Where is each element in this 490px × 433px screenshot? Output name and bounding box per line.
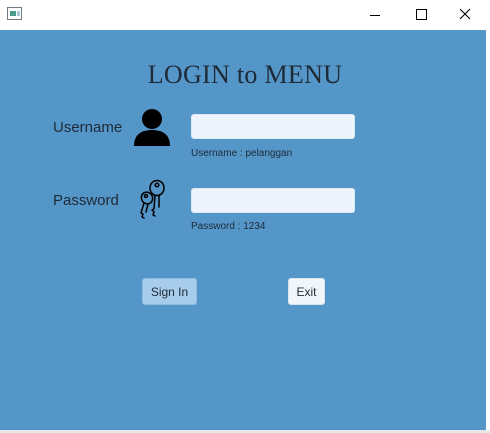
close-icon xyxy=(459,8,471,20)
username-hint: Username : pelanggan xyxy=(191,148,293,159)
exit-button[interactable]: Exit xyxy=(288,278,325,305)
page-title: LOGIN to MENU xyxy=(147,60,343,89)
minimize-icon xyxy=(370,15,380,16)
maximize-icon xyxy=(416,9,427,20)
maximize-button[interactable] xyxy=(398,0,444,30)
username-label: Username xyxy=(53,119,123,136)
minimize-button[interactable] xyxy=(352,0,398,30)
key-icon xyxy=(140,179,165,219)
username-field[interactable] xyxy=(191,114,355,139)
password-label: Password xyxy=(53,192,119,209)
close-button[interactable] xyxy=(444,0,490,30)
sign-in-button[interactable]: Sign In xyxy=(142,278,197,305)
java-app-icon xyxy=(7,7,22,20)
window-border xyxy=(486,30,490,430)
password-field[interactable] xyxy=(191,188,355,213)
login-window: LOGIN to MENU Username Username : pelang… xyxy=(0,0,490,433)
login-panel: LOGIN to MENU Username Username : pelang… xyxy=(0,30,490,430)
title-bar[interactable] xyxy=(0,0,490,30)
password-hint: Password : 1234 xyxy=(191,221,266,232)
user-icon xyxy=(134,109,170,146)
